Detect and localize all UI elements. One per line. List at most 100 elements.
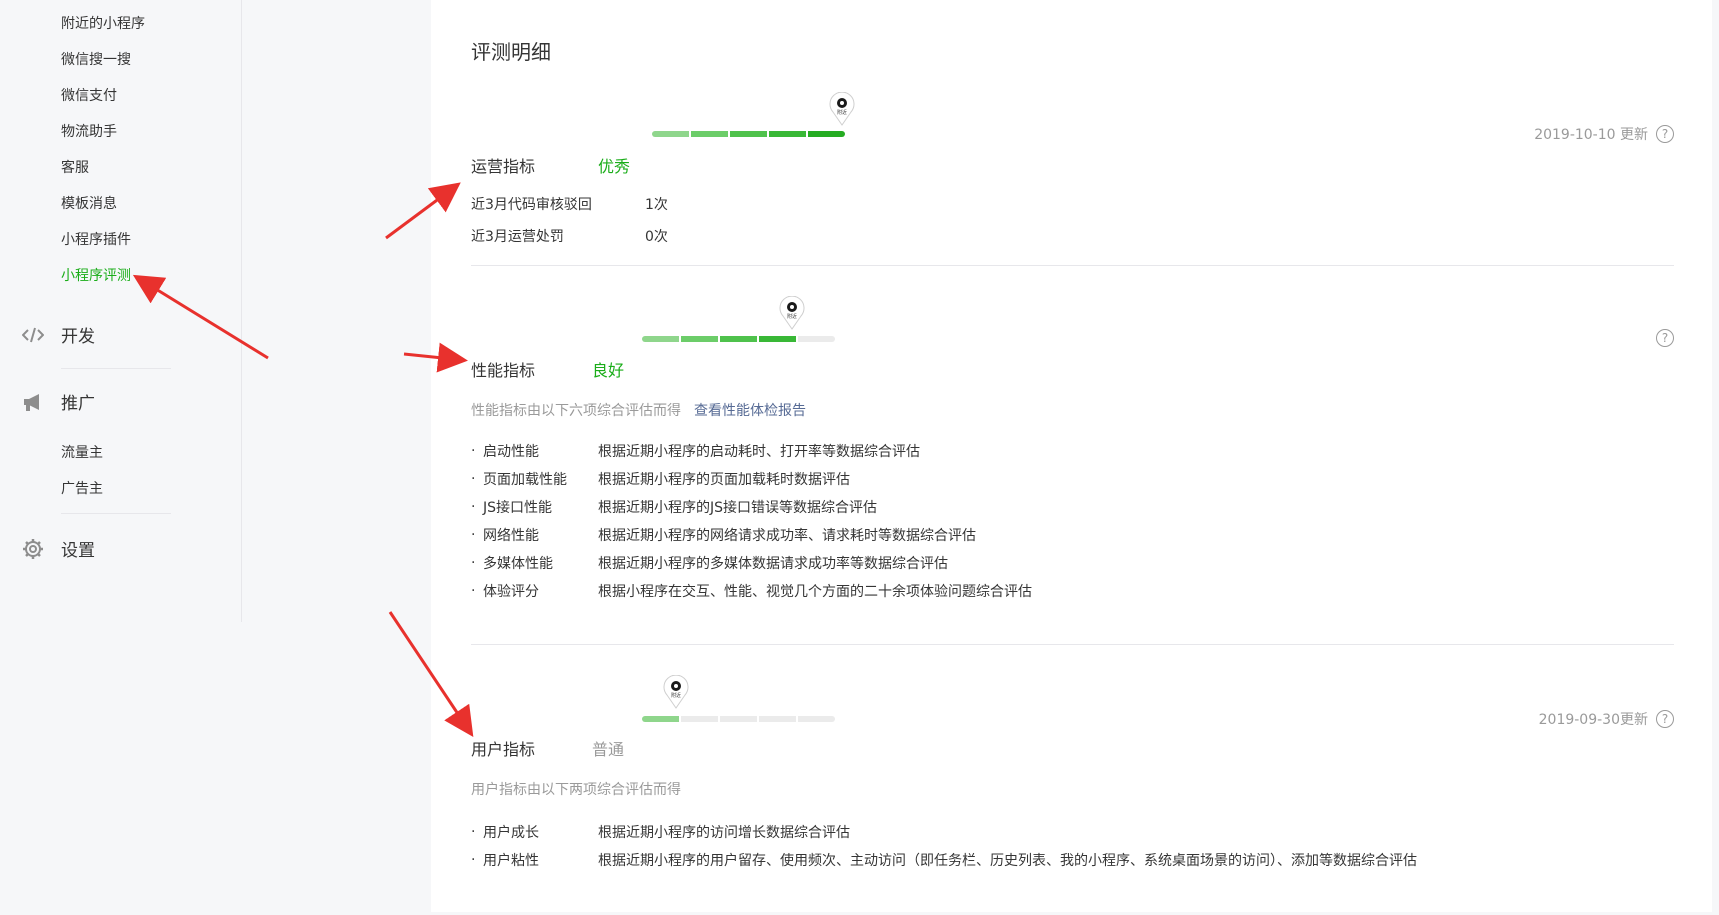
operations-level-bar: [652, 131, 845, 137]
sidebar-item-logistics[interactable]: 物流助手: [61, 121, 117, 141]
section-divider: [471, 644, 1674, 645]
megaphone-icon: [21, 390, 45, 414]
item-name: 启动性能: [483, 444, 539, 460]
level-segment-filled: [652, 131, 689, 137]
level-pin-icon: 附近: [779, 295, 805, 330]
sidebar-item-wechat-search[interactable]: 微信搜一搜: [61, 49, 131, 69]
level-segment-empty: [681, 716, 718, 722]
bullet-icon: ·: [471, 555, 476, 571]
item-text: 根据近期小程序的网络请求成功率、请求耗时等数据综合评估: [598, 528, 976, 544]
item-name: JS接口性能: [483, 500, 553, 516]
sidebar-item-template-message[interactable]: 模板消息: [61, 193, 117, 213]
sidebar-group-promote[interactable]: 推广: [21, 389, 95, 414]
level-pin-icon: 附近: [829, 91, 855, 126]
item-text: 根据小程序在交互、性能、视觉几个方面的二十余项体验问题综合评估: [598, 584, 1032, 600]
sidebar-item-nearby-miniprogram[interactable]: 附近的小程序: [61, 13, 145, 33]
sidebar-item-advertiser[interactable]: 广告主: [61, 478, 103, 498]
bullet-icon: ·: [471, 852, 476, 868]
users-meta: 2019-09-30更新 ?: [1539, 709, 1674, 729]
level-segment-empty: [759, 716, 796, 722]
level-segment-empty: [720, 716, 757, 722]
pin-label: 附近: [787, 313, 797, 320]
level-segment-filled: [642, 336, 679, 342]
item-text: 根据近期小程序的启动耗时、打开率等数据综合评估: [598, 444, 920, 460]
operation-penalty-value: 0次: [645, 229, 668, 245]
bullet-icon: ·: [471, 583, 476, 599]
operations-meta: 2019-10-10 更新 ?: [1534, 124, 1674, 144]
item-name: 体验评分: [483, 584, 539, 600]
help-icon[interactable]: ?: [1656, 710, 1674, 728]
section-divider: [471, 265, 1674, 266]
level-segment-filled: [720, 336, 757, 342]
performance-title: 性能指标: [471, 361, 536, 380]
level-segment-filled: [759, 336, 796, 342]
users-item-list: · 用户成长 根据近期小程序的访问增长数据综合评估 · 用户粘性 根据近期小程序的用户留…: [471, 818, 1417, 874]
level-segment-empty: [798, 336, 835, 342]
level-segment-empty: [798, 716, 835, 722]
performance-desc: 性能指标由以下六项综合评估而得: [471, 403, 681, 419]
gear-icon: [21, 537, 45, 561]
sidebar-group-label: 设置: [61, 541, 95, 561]
page-title: 评测明细: [471, 40, 551, 64]
users-grade: 普通: [592, 740, 625, 759]
sidebar-item-wechat-pay[interactable]: 微信支付: [61, 85, 117, 105]
code-review-reject-value: 1次: [645, 197, 668, 213]
code-icon: [21, 323, 45, 347]
bullet-icon: ·: [471, 824, 476, 840]
list-item: · 启动性能 根据近期小程序的启动耗时、打开率等数据综合评估: [471, 437, 1032, 465]
performance-grade: 良好: [592, 361, 625, 380]
item-name: 用户粘性: [483, 853, 539, 869]
operation-penalty-label: 近3月运营处罚: [471, 229, 564, 245]
level-segment-filled: [769, 131, 806, 137]
evaluation-panel: 评测明细 附近 2019-10-10 更新 ? 运营指标 优秀 近3月代码审核驳…: [431, 0, 1712, 912]
performance-level-bar: [642, 336, 835, 342]
item-text: 根据近期小程序的多媒体数据请求成功率等数据综合评估: [598, 556, 948, 572]
list-item: · 用户成长 根据近期小程序的访问增长数据综合评估: [471, 818, 1417, 846]
sidebar-divider: [61, 368, 171, 369]
list-item: · 用户粘性 根据近期小程序的用户留存、使用频次、主动访问（即任务栏、历史列表、我的…: [471, 846, 1417, 874]
sidebar-group-settings[interactable]: 设置: [21, 536, 95, 561]
help-icon[interactable]: ?: [1656, 125, 1674, 143]
sidebar-divider: [61, 513, 171, 514]
level-segment-filled: [642, 716, 679, 722]
code-review-reject-label: 近3月代码审核驳回: [471, 197, 592, 213]
users-level-bar: [642, 716, 835, 722]
sidebar-item-plugins[interactable]: 小程序插件: [61, 229, 131, 249]
performance-report-link[interactable]: 查看性能体检报告: [694, 400, 806, 420]
item-text: 根据近期小程序的用户留存、使用频次、主动访问（即任务栏、历史列表、我的小程序、系…: [598, 853, 1417, 869]
item-name: 多媒体性能: [483, 556, 553, 572]
sidebar-item-traffic-master[interactable]: 流量主: [61, 442, 103, 462]
sidebar-item-evaluation[interactable]: 小程序评测: [61, 265, 131, 285]
updated-date: 2019-10-10 更新: [1534, 127, 1648, 143]
list-item: · 体验评分 根据小程序在交互、性能、视觉几个方面的二十余项体验问题综合评估: [471, 577, 1032, 605]
bullet-icon: ·: [471, 527, 476, 543]
level-segment-filled: [681, 336, 718, 342]
list-item: · 网络性能 根据近期小程序的网络请求成功率、请求耗时等数据综合评估: [471, 521, 1032, 549]
updated-date: 2019-09-30更新: [1538, 712, 1648, 728]
bullet-icon: ·: [471, 443, 476, 459]
list-item: · 页面加载性能 根据近期小程序的页面加载耗时数据评估: [471, 465, 1032, 493]
item-name: 页面加载性能: [483, 472, 567, 488]
sidebar-group-label: 推广: [61, 394, 95, 414]
level-pin-icon: 附近: [663, 674, 689, 709]
sidebar-nav: 附近的小程序 微信搜一搜 微信支付 物流助手 客服 模板消息 小程序插件 小程序…: [0, 0, 242, 622]
level-segment-filled: [808, 131, 845, 137]
sidebar-item-customer-service[interactable]: 客服: [61, 157, 89, 177]
sidebar-group-label: 开发: [61, 327, 95, 347]
level-segment-filled: [691, 131, 728, 137]
item-name: 网络性能: [483, 528, 539, 544]
pin-label: 附近: [837, 109, 847, 116]
list-item: · JS接口性能 根据近期小程序的JS接口错误等数据综合评估: [471, 493, 1032, 521]
level-segment-filled: [730, 131, 767, 137]
list-item: · 多媒体性能 根据近期小程序的多媒体数据请求成功率等数据综合评估: [471, 549, 1032, 577]
help-icon[interactable]: ?: [1656, 329, 1674, 347]
item-text: 根据近期小程序的页面加载耗时数据评估: [598, 472, 850, 488]
users-title: 用户指标: [471, 740, 536, 759]
performance-item-list: · 启动性能 根据近期小程序的启动耗时、打开率等数据综合评估 · 页面加载性能 根据近期…: [471, 437, 1032, 605]
users-desc: 用户指标由以下两项综合评估而得: [471, 782, 681, 798]
item-text: 根据近期小程序的JS接口错误等数据综合评估: [598, 500, 878, 516]
bullet-icon: ·: [471, 499, 476, 515]
sidebar-group-develop[interactable]: 开发: [21, 322, 95, 347]
pin-label: 附近: [671, 692, 681, 699]
bullet-icon: ·: [471, 471, 476, 487]
